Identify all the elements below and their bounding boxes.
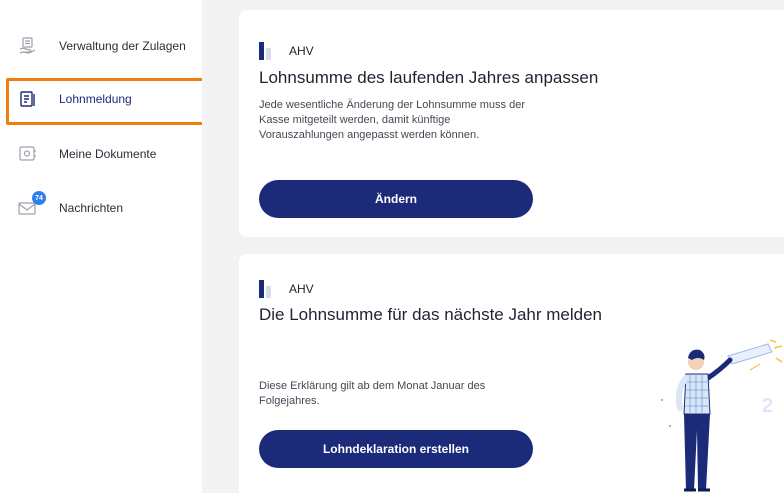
sidebar-item-label: Meine Dokumente [59, 147, 157, 161]
document-list-icon [17, 88, 39, 110]
sidebar-item-label: Nachrichten [59, 201, 124, 215]
aendern-button[interactable]: Ändern [259, 180, 533, 218]
sidebar-item-nachrichten[interactable]: 74 Nachrichten [14, 190, 202, 226]
card-description: Jede wesentliche Änderung der Lohnsumme … [259, 99, 525, 141]
ahv-logo-icon [259, 280, 275, 298]
card-current-year: AHV Lohnsumme des laufenden Jahres anpas… [239, 10, 784, 237]
sidebar-item-dokumente[interactable]: Meine Dokumente [14, 136, 202, 172]
envelope-icon: 74 [17, 191, 46, 219]
card-description: Diese Erklärung gilt ab dem Monat Januar… [259, 380, 486, 407]
card-title: Lohnsumme des laufenden Jahres anpassen [259, 68, 599, 87]
sidebar-item-lohnmeldung[interactable]: Lohnmeldung [14, 81, 202, 117]
unread-badge: 74 [32, 191, 46, 205]
person-writing-illustration-icon: 2 [660, 339, 783, 492]
svg-text:2: 2 [762, 395, 773, 417]
card-tag-label: AHV [289, 44, 314, 58]
ahv-logo-icon [259, 42, 275, 60]
sidebar-item-label: Lohnmeldung [59, 92, 132, 106]
card-tag: AHV [259, 280, 314, 298]
sidebar: Verwaltung der Zulagen Lohnmeldung Meine… [0, 0, 206, 493]
sidebar-item-zulagen[interactable]: Verwaltung der Zulagen [14, 28, 202, 64]
hand-coin-icon [17, 35, 39, 57]
sidebar-item-label: Verwaltung der Zulagen [59, 39, 186, 53]
card-tag: AHV [259, 42, 314, 60]
lohndeklaration-erstellen-button[interactable]: Lohndeklaration erstellen [259, 430, 533, 468]
main-content: AHV Lohnsumme des laufenden Jahres anpas… [202, 0, 784, 493]
card-title: Die Lohnsumme für das nächste Jahr melde… [259, 305, 603, 324]
documents-safe-icon [17, 143, 39, 165]
card-tag-label: AHV [289, 282, 314, 296]
